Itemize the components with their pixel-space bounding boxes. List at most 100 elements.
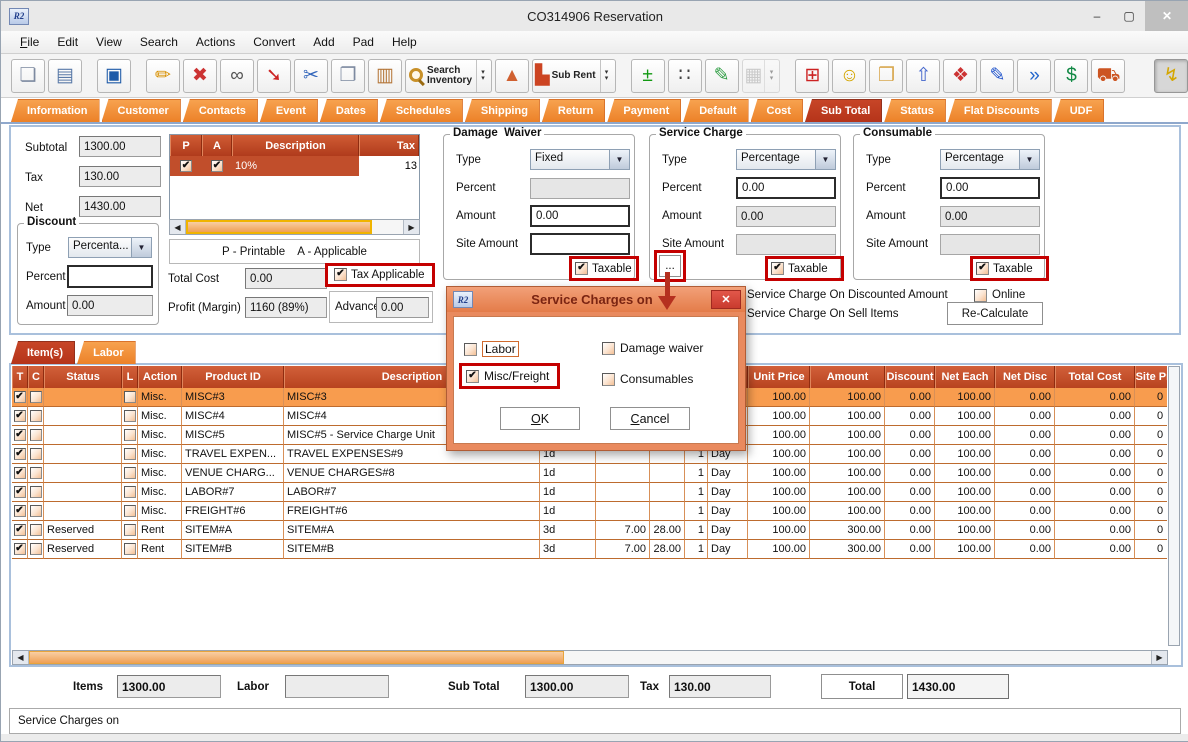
folder-history-button[interactable]: ❒ bbox=[869, 59, 903, 93]
chevron-down-icon[interactable] bbox=[815, 150, 835, 169]
checkbox[interactable] bbox=[211, 160, 223, 172]
scroll-left-icon[interactable]: ◀ bbox=[13, 651, 29, 664]
menu-help[interactable]: Help bbox=[383, 32, 426, 52]
menu-actions[interactable]: Actions bbox=[187, 32, 244, 52]
tax-row-applicable-cell[interactable] bbox=[202, 156, 232, 176]
checkbox[interactable] bbox=[602, 373, 615, 386]
menu-search[interactable]: Search bbox=[131, 32, 187, 52]
checkbox[interactable] bbox=[124, 467, 136, 479]
search-inventory-dropdown-icon[interactable]: ▾▾ bbox=[476, 60, 489, 92]
checkbox[interactable] bbox=[14, 429, 26, 441]
item-tab-item-s[interactable]: Item(s) bbox=[11, 341, 75, 364]
tab-schedules[interactable]: Schedules bbox=[380, 99, 463, 122]
scroll-right-icon[interactable]: ▶ bbox=[403, 220, 419, 234]
tab-flat-discounts[interactable]: Flat Discounts bbox=[948, 99, 1052, 122]
cancel-button[interactable]: Cancel bbox=[610, 407, 690, 430]
menu-add[interactable]: Add bbox=[304, 32, 343, 52]
print-button[interactable]: ▤ bbox=[48, 59, 82, 93]
dialog-close-icon[interactable]: ✕ bbox=[711, 290, 741, 309]
checkbox[interactable] bbox=[124, 410, 136, 422]
dw-type-combo[interactable]: Fixed bbox=[530, 149, 630, 170]
convert-button[interactable]: ▲ bbox=[495, 59, 529, 93]
checkbox[interactable] bbox=[30, 467, 42, 479]
item-table-hscrollbar[interactable]: ◀ ▶ bbox=[12, 650, 1168, 665]
checkbox[interactable] bbox=[602, 342, 615, 355]
dialog-option-misc-freight[interactable]: Misc/Freight bbox=[459, 363, 560, 389]
table-row[interactable]: ReservedRentSITEM#BSITEM#B3d7.0028.001Da… bbox=[12, 540, 1167, 559]
tab-dates[interactable]: Dates bbox=[320, 99, 378, 122]
blocks-button[interactable]: ❖ bbox=[943, 59, 977, 93]
tab-status[interactable]: Status bbox=[884, 99, 946, 122]
checkbox[interactable] bbox=[30, 429, 42, 441]
tax-applicable-checkbox[interactable] bbox=[334, 268, 347, 281]
tax-row-description-cell[interactable]: 10% bbox=[232, 156, 359, 176]
tab-udf[interactable]: UDF bbox=[1054, 99, 1105, 122]
cons-taxable-checkbox[interactable] bbox=[976, 262, 989, 275]
tax-grid-hscrollbar[interactable]: ◀ ▶ bbox=[169, 219, 420, 235]
checkbox[interactable] bbox=[14, 543, 26, 555]
dialog-option-damage-waiver[interactable]: Damage waiver bbox=[602, 341, 703, 355]
checkbox[interactable] bbox=[30, 524, 42, 536]
tab-return[interactable]: Return bbox=[542, 99, 605, 122]
chevron-down-icon[interactable] bbox=[1019, 150, 1039, 169]
dialog-title-bar[interactable]: R2 Service Charges on ✕ bbox=[447, 287, 745, 312]
tax-row-tax-cell[interactable]: 13 bbox=[359, 156, 419, 176]
tab-payment[interactable]: Payment bbox=[607, 99, 681, 122]
checkbox[interactable] bbox=[124, 524, 136, 536]
checkbox[interactable] bbox=[14, 410, 26, 422]
tab-customer[interactable]: Customer bbox=[102, 99, 181, 122]
table-row[interactable]: Misc.LABOR#7LABOR#71d1Day100.00100.000.0… bbox=[12, 483, 1167, 502]
billing-button[interactable]: $ bbox=[1054, 59, 1088, 93]
edit-button[interactable]: ✏ bbox=[146, 59, 180, 93]
tab-event[interactable]: Event bbox=[260, 99, 318, 122]
tab-information[interactable]: Information bbox=[11, 99, 100, 122]
item-table-vscrollbar[interactable] bbox=[1168, 366, 1180, 646]
sc-ellipsis-button[interactable]: ... bbox=[659, 255, 681, 277]
calendar-button[interactable]: ▦▾▾ bbox=[742, 59, 781, 93]
table-row[interactable]: Misc.FREIGHT#6FREIGHT#61d1Day100.00100.0… bbox=[12, 502, 1167, 521]
checkbox[interactable] bbox=[124, 391, 136, 403]
table-row[interactable]: Misc.VENUE CHARG...VENUE CHARGES#81d1Day… bbox=[12, 464, 1167, 483]
copy-button[interactable]: ❐ bbox=[331, 59, 365, 93]
scroll-right-icon[interactable]: ▶ bbox=[1151, 651, 1167, 664]
save-button[interactable]: ▣ bbox=[97, 59, 131, 93]
sc-type-combo[interactable]: Percentage bbox=[736, 149, 836, 170]
delete-button[interactable]: ✖ bbox=[183, 59, 217, 93]
checkbox[interactable] bbox=[124, 429, 136, 441]
scroll-left-icon[interactable]: ◀ bbox=[170, 220, 186, 234]
menu-view[interactable]: View bbox=[87, 32, 131, 52]
find-button[interactable]: ∞ bbox=[220, 59, 254, 93]
add-remove-button[interactable]: ± bbox=[631, 59, 665, 93]
tab-sub-total[interactable]: Sub Total bbox=[805, 99, 882, 122]
sc-percent-input[interactable]: 0.00 bbox=[736, 177, 836, 199]
checkbox[interactable] bbox=[14, 467, 26, 479]
tab-default[interactable]: Default bbox=[683, 99, 748, 122]
edit-notes-button[interactable]: ✎ bbox=[980, 59, 1014, 93]
checkbox[interactable] bbox=[14, 505, 26, 517]
item-tab-labor[interactable]: Labor bbox=[77, 341, 136, 364]
org-chart-button[interactable]: ⊞ bbox=[795, 59, 829, 93]
calendar-dropdown-icon[interactable]: ▾▾ bbox=[764, 60, 777, 92]
checkbox[interactable] bbox=[14, 448, 26, 460]
tax-row-printable-cell[interactable] bbox=[170, 156, 202, 176]
checkbox[interactable] bbox=[124, 543, 136, 555]
tax-grid-row[interactable]: 10%13 bbox=[170, 156, 419, 176]
table-row[interactable]: ReservedRentSITEM#ASITEM#A3d7.0028.001Da… bbox=[12, 521, 1167, 540]
scrollbar-track[interactable] bbox=[372, 220, 403, 234]
smiley-button[interactable]: ☺ bbox=[832, 59, 866, 93]
maximize-button[interactable]: ▢ bbox=[1113, 1, 1145, 31]
menu-convert[interactable]: Convert bbox=[244, 32, 304, 52]
cons-percent-input[interactable]: 0.00 bbox=[940, 177, 1040, 199]
checkbox[interactable] bbox=[30, 486, 42, 498]
tab-shipping[interactable]: Shipping bbox=[465, 99, 540, 122]
scrollbar-thumb[interactable] bbox=[29, 651, 564, 664]
shortcut-key-button[interactable]: ⇧ bbox=[906, 59, 940, 93]
checkbox[interactable] bbox=[124, 448, 136, 460]
menu-file[interactable]: File bbox=[11, 32, 48, 52]
sub-rent-dropdown-icon[interactable]: ▾▾ bbox=[600, 60, 613, 92]
checkbox[interactable] bbox=[30, 391, 42, 403]
checkbox[interactable] bbox=[14, 486, 26, 498]
dw-site-amount-input[interactable] bbox=[530, 233, 630, 255]
menu-pad[interactable]: Pad bbox=[344, 32, 383, 52]
quick-action-button[interactable]: ↯ bbox=[1154, 59, 1188, 93]
